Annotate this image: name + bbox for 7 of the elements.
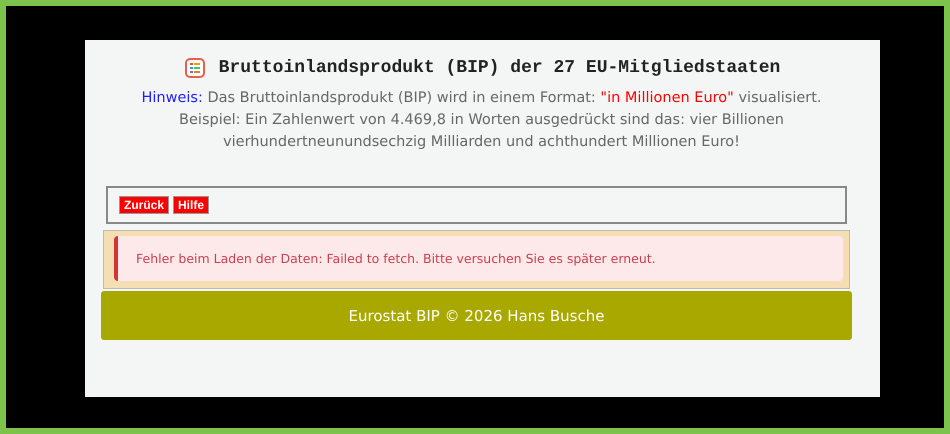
nav-button[interactable]: Hilfe <box>173 196 210 214</box>
footer-text: Eurostat BIP © 2026 Hans Busche <box>348 306 604 324</box>
nav-button[interactable]: Zurück <box>119 196 170 214</box>
error-message: Fehler beim Laden der Daten: Failed to fetch. Bitte versuchen Sie es später erneut. <box>136 251 656 266</box>
notice-text: Hinweis: Das Bruttoinlandsprodukt (BIP) wird in einem Format: "in Millionen Euro" visualisiert. Beispiel: Ein Zahlenwert von 4.469,8 in Worten ausgedrückt sind das: vier Billionen vierhundertneunundsechzig Milliarden und achthundert Millionen Euro! <box>141 89 822 152</box>
page-title: Bruttoinlandsprodukt (BIP) der 27 EU-Mitgliedstaaten <box>218 58 780 78</box>
table-icon <box>184 58 205 78</box>
